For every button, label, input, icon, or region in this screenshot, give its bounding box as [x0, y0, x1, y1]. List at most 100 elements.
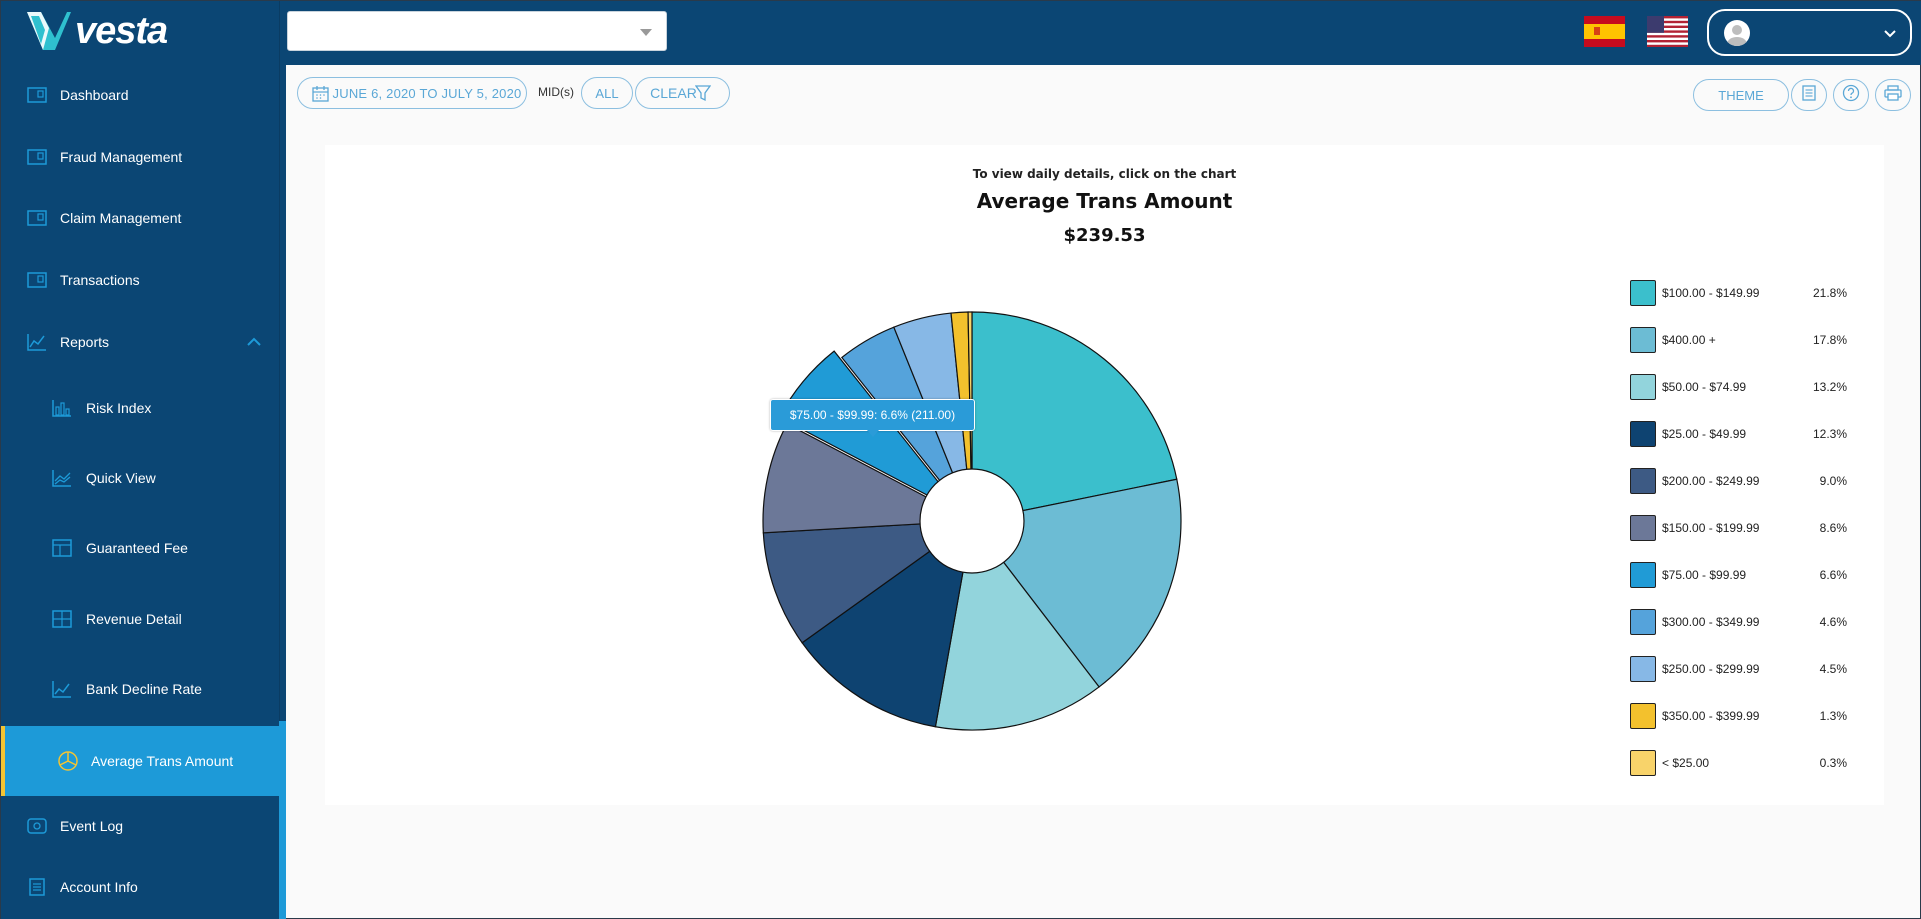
fraud-management-icon: [26, 146, 48, 168]
legend-label: $25.00 - $49.99: [1662, 427, 1747, 441]
sidebar-item-transactions[interactable]: Transactions: [1, 260, 279, 300]
sidebar-item-account-info[interactable]: Account Info: [1, 867, 279, 907]
sidebar-item-label: Transactions: [60, 272, 140, 288]
legend-item[interactable]: $25.00 - $49.99 12.3%: [1630, 421, 1870, 447]
filter-icon: [694, 85, 712, 105]
clear-label: CLEAR: [650, 85, 697, 101]
top-bar: [286, 1, 1921, 65]
sidebar-item-risk-index[interactable]: Risk Index: [1, 388, 279, 428]
legend-item[interactable]: $400.00 + 17.8%: [1630, 327, 1870, 353]
legend-label: $400.00 +: [1662, 333, 1716, 347]
chevron-up-icon[interactable]: [247, 334, 261, 350]
sidebar-scrollbar-thumb[interactable]: [279, 721, 286, 919]
legend-percent: 8.6%: [1819, 521, 1847, 535]
us-flag-icon[interactable]: [1647, 16, 1688, 47]
legend-label: $150.00 - $199.99: [1662, 521, 1760, 535]
claim-management-icon: [26, 207, 48, 229]
clear-filter-button[interactable]: CLEAR: [635, 77, 730, 109]
legend-label: $100.00 - $149.99: [1662, 286, 1760, 300]
legend-swatch: [1630, 421, 1656, 447]
legend-label: < $25.00: [1662, 756, 1710, 770]
sidebar-item-dashboard[interactable]: Dashboard: [1, 75, 279, 115]
sidebar-item-label: Quick View: [86, 470, 156, 486]
sidebar-item-label: Account Info: [60, 879, 138, 895]
sidebar-item-claim-management[interactable]: Claim Management: [1, 198, 279, 238]
legend-swatch: [1630, 562, 1656, 588]
sidebar-item-revenue-detail[interactable]: Revenue Detail: [1, 599, 279, 639]
legend-item[interactable]: $100.00 - $149.99 21.8%: [1630, 280, 1870, 306]
legend-percent: 13.2%: [1812, 380, 1847, 394]
legend-item[interactable]: $150.00 - $199.99 8.6%: [1630, 515, 1870, 541]
legend-item[interactable]: < $25.00 0.3%: [1630, 750, 1870, 776]
legend-percent: 9.0%: [1819, 474, 1847, 488]
chart-panel: To view daily details, click on the char…: [325, 145, 1884, 805]
legend-percent: 6.6%: [1819, 568, 1847, 582]
pie-center-hole: [919, 468, 1025, 574]
mid-select[interactable]: [287, 11, 667, 51]
legend-percent: 4.5%: [1819, 662, 1847, 676]
document-icon: [1802, 84, 1816, 106]
legend-item[interactable]: $350.00 - $399.99 1.3%: [1630, 703, 1870, 729]
legend-item[interactable]: $300.00 - $349.99 4.6%: [1630, 609, 1870, 635]
grid-icon: [51, 608, 73, 630]
legend-swatch: [1630, 703, 1656, 729]
sidebar-item-guaranteed-fee[interactable]: Guaranteed Fee: [1, 528, 279, 568]
print-button[interactable]: [1875, 79, 1911, 111]
legend-percent: 1.3%: [1819, 709, 1847, 723]
date-range-button[interactable]: JUNE 6, 2020 TO JULY 5, 2020: [297, 77, 527, 109]
bar-chart-icon: [51, 397, 73, 419]
sidebar-item-label: Average Trans Amount: [91, 753, 234, 769]
legend-percent: 21.8%: [1812, 286, 1847, 300]
sidebar-item-label: Event Log: [60, 818, 124, 834]
sidebar-item-label: Risk Index: [86, 400, 152, 416]
legend-label: $250.00 - $299.99: [1662, 662, 1760, 676]
legend-item[interactable]: $200.00 - $249.99 9.0%: [1630, 468, 1870, 494]
sidebar-item-label: Dashboard: [60, 87, 129, 103]
legend-swatch: [1630, 609, 1656, 635]
sidebar-item-label: Guaranteed Fee: [86, 540, 188, 556]
vesta-logo[interactable]: vesta: [25, 7, 168, 55]
sidebar-item-bank-decline-rate[interactable]: Bank Decline Rate: [1, 669, 279, 709]
legend-swatch: [1630, 656, 1656, 682]
spanish-flag-icon[interactable]: [1584, 16, 1625, 47]
sidebar-item-average-trans-amount[interactable]: Average Trans Amount: [1, 726, 279, 796]
sidebar-item-event-log[interactable]: Event Log: [1, 806, 279, 846]
sidebar: vesta Dashboard Fraud Management Claim M…: [1, 1, 286, 919]
legend-swatch: [1630, 374, 1656, 400]
user-menu[interactable]: [1707, 9, 1912, 56]
chevron-down-icon: [1884, 25, 1896, 43]
trend-chart-icon: [51, 678, 73, 700]
legend-swatch: [1630, 515, 1656, 541]
area-chart-icon: [51, 467, 73, 489]
all-label: ALL: [595, 85, 619, 101]
caret-down-icon: [640, 29, 652, 36]
all-mids-button[interactable]: ALL: [581, 77, 633, 109]
sidebar-item-label: Revenue Detail: [86, 611, 182, 627]
event-log-icon: [26, 815, 48, 837]
legend-item[interactable]: $75.00 - $99.99 6.6%: [1630, 562, 1870, 588]
transactions-icon: [26, 269, 48, 291]
legend-label: $200.00 - $249.99: [1662, 474, 1760, 488]
line-chart-icon: [26, 331, 48, 353]
report-document-button[interactable]: [1791, 79, 1827, 111]
help-button[interactable]: [1833, 79, 1869, 111]
dashboard-icon: [26, 84, 48, 106]
sidebar-item-reports[interactable]: Reports: [1, 322, 279, 362]
legend-label: $300.00 - $349.99: [1662, 615, 1760, 629]
pie-chart-icon: [57, 750, 79, 772]
document-icon: [26, 876, 48, 898]
printer-icon: [1884, 84, 1902, 106]
theme-button[interactable]: THEME: [1693, 79, 1789, 111]
legend-label: $50.00 - $74.99: [1662, 380, 1747, 394]
sidebar-item-quick-view[interactable]: Quick View: [1, 458, 279, 498]
legend-swatch: [1630, 280, 1656, 306]
legend-item[interactable]: $50.00 - $74.99 13.2%: [1630, 374, 1870, 400]
avatar-icon: [1724, 20, 1750, 46]
legend-item[interactable]: $250.00 - $299.99 4.5%: [1630, 656, 1870, 682]
vesta-logo-icon: [27, 12, 71, 50]
help-icon: [1842, 84, 1860, 107]
sidebar-item-fraud-management[interactable]: Fraud Management: [1, 137, 279, 177]
sidebar-item-label: Claim Management: [60, 210, 182, 226]
legend-percent: 12.3%: [1812, 427, 1847, 441]
mids-label: MID(s): [538, 85, 574, 99]
